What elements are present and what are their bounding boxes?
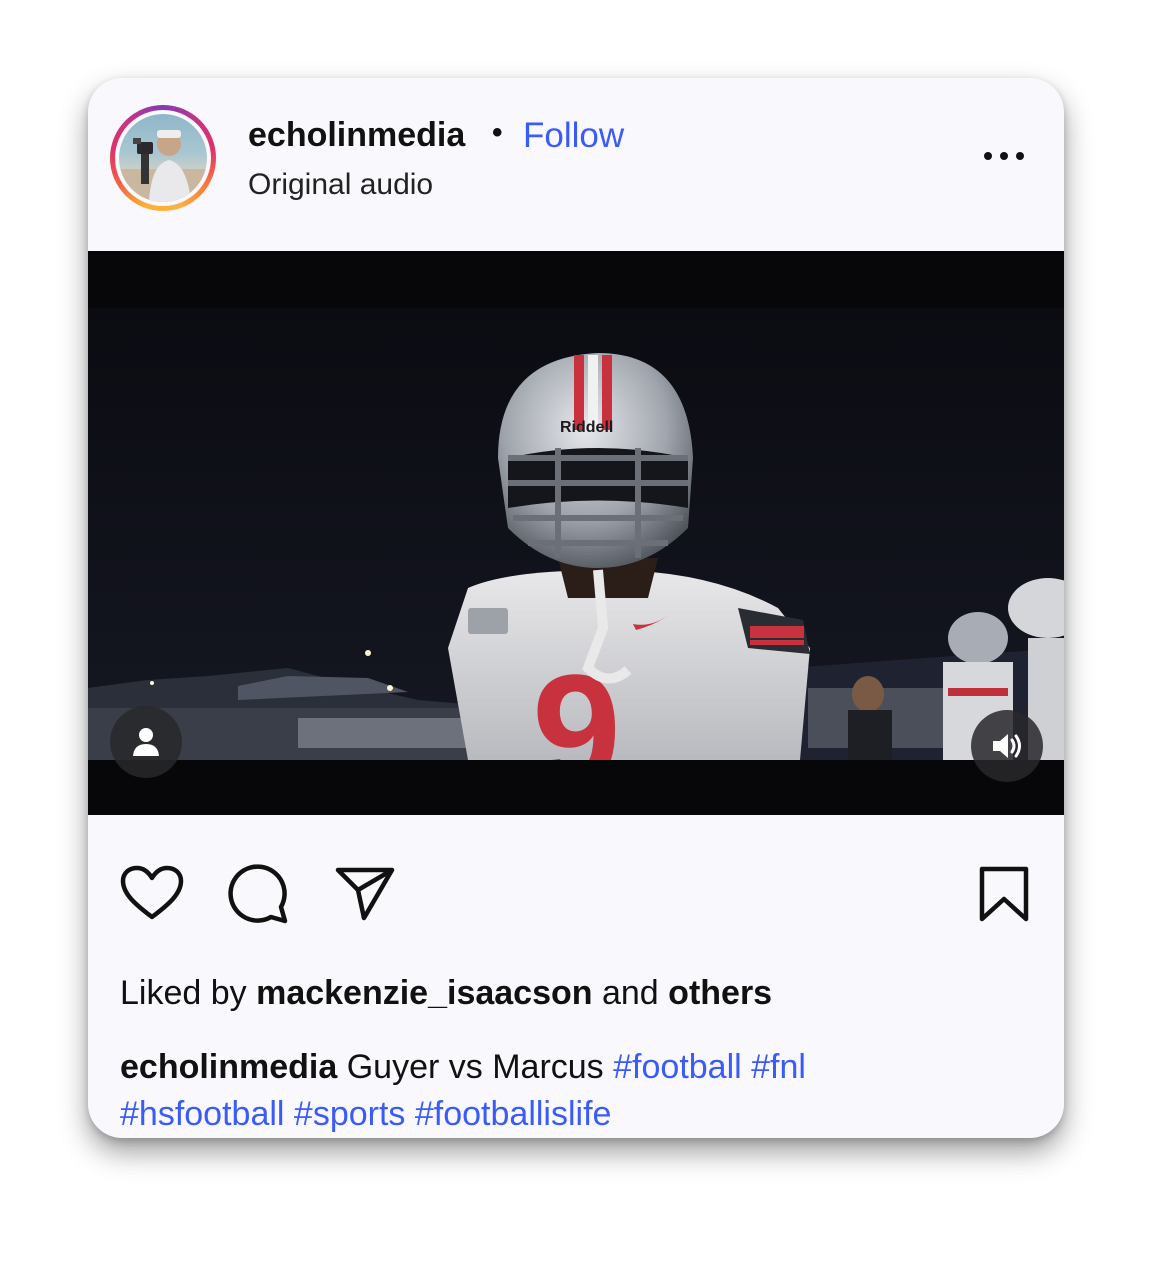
likes-joiner: and (601, 974, 659, 1012)
comment-icon (228, 864, 288, 924)
liker-username[interactable]: mackenzie_isaacson (256, 974, 592, 1012)
separator-dot: • (492, 116, 503, 149)
bookmark-icon (979, 866, 1029, 922)
svg-text:9: 9 (532, 641, 621, 760)
like-button[interactable] (120, 865, 184, 926)
volume-icon (993, 734, 1021, 758)
hashtag[interactable]: #fnl (751, 1048, 806, 1086)
share-button[interactable] (334, 865, 396, 928)
video-frame[interactable]: 9 Riddell (88, 308, 1064, 760)
follow-button[interactable]: Follow (523, 116, 624, 156)
likes-prefix: Liked by (120, 974, 247, 1012)
audio-label[interactable]: Original audio (248, 168, 433, 202)
username[interactable]: echolinmedia (248, 116, 465, 155)
user-tag-icon (133, 728, 159, 756)
avatar[interactable] (119, 114, 207, 202)
hashtag[interactable]: #football (613, 1048, 742, 1086)
likes-summary: Liked by mackenzie_isaacson and others (120, 974, 772, 1013)
more-options-icon[interactable] (976, 140, 1026, 170)
hashtag[interactable]: #hsfootball (120, 1095, 284, 1133)
likes-others[interactable]: others (668, 974, 772, 1012)
action-bar (88, 815, 1064, 925)
user-tag-button[interactable] (110, 706, 182, 778)
share-icon (335, 867, 395, 921)
post-caption: echolinmedia Guyer vs Marcus #football #… (120, 1044, 1020, 1138)
heart-icon (120, 865, 184, 920)
comment-button[interactable] (226, 863, 290, 930)
post-card: echolinmedia • Follow Original audio 9 R… (88, 78, 1064, 1138)
volume-button[interactable] (971, 710, 1043, 782)
hashtag[interactable]: #footballislife (415, 1095, 612, 1133)
caption-username[interactable]: echolinmedia (120, 1048, 337, 1086)
hashtag[interactable]: #sports (294, 1095, 406, 1133)
post-media[interactable]: 9 Riddell (88, 251, 1064, 815)
post-header: echolinmedia • Follow Original audio (88, 78, 1064, 251)
story-ring[interactable] (110, 105, 216, 211)
save-button[interactable] (978, 865, 1030, 928)
caption-text: Guyer vs Marcus (346, 1048, 604, 1086)
svg-text:Riddell: Riddell (560, 419, 613, 436)
